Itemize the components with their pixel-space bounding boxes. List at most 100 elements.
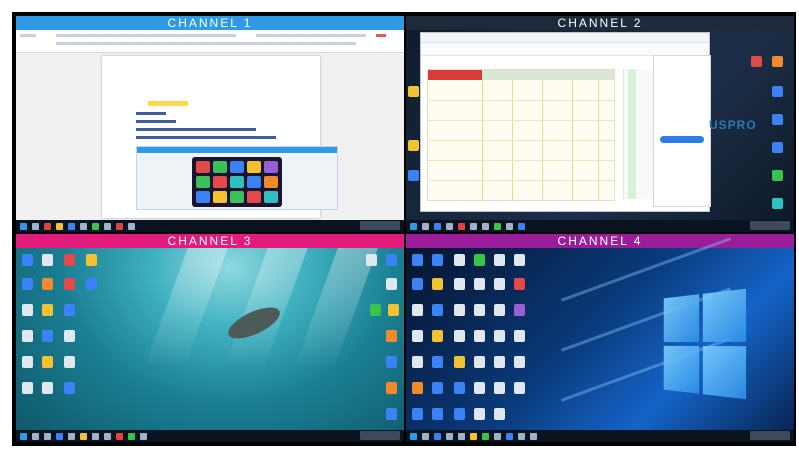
desktop-icon[interactable] bbox=[42, 382, 53, 394]
desktop-icon[interactable] bbox=[64, 382, 75, 394]
desktop-icon[interactable] bbox=[514, 382, 525, 394]
desktop-icon[interactable] bbox=[772, 86, 783, 97]
app-picker-popup[interactable] bbox=[136, 146, 338, 210]
desktop-icon[interactable] bbox=[386, 408, 397, 420]
desktop-icon[interactable] bbox=[412, 254, 423, 266]
desktop-icon[interactable] bbox=[514, 330, 525, 342]
desktop-icon[interactable] bbox=[64, 278, 75, 290]
desktop-icon[interactable] bbox=[494, 356, 505, 368]
spreadsheet-window[interactable] bbox=[420, 32, 711, 212]
desktop-icon[interactable] bbox=[412, 408, 423, 420]
desktop-icon[interactable] bbox=[408, 170, 419, 181]
desktop-icon[interactable] bbox=[454, 254, 465, 266]
desktop-icon[interactable] bbox=[22, 356, 33, 368]
desktop-icon[interactable] bbox=[386, 330, 397, 342]
desktop-icon[interactable] bbox=[474, 356, 485, 368]
desktop-icon[interactable] bbox=[494, 408, 505, 420]
desktop-icon[interactable] bbox=[474, 254, 485, 266]
desktop-icon[interactable] bbox=[494, 382, 505, 394]
channel-2-taskbar[interactable] bbox=[406, 220, 794, 232]
channel-4-screen[interactable] bbox=[406, 237, 794, 442]
desktop-icon[interactable] bbox=[772, 56, 783, 67]
desktop-icon[interactable] bbox=[454, 304, 465, 316]
desktop-icon[interactable] bbox=[42, 304, 53, 316]
desktop-icon[interactable] bbox=[454, 356, 465, 368]
desktop-icon[interactable] bbox=[386, 278, 397, 290]
desktop-icon[interactable] bbox=[370, 304, 381, 316]
desktop-icon[interactable] bbox=[772, 170, 783, 181]
desktop-icon[interactable] bbox=[22, 304, 33, 316]
desktop-icon[interactable] bbox=[474, 278, 485, 290]
desktop-icon[interactable] bbox=[42, 330, 53, 342]
desktop-icon[interactable] bbox=[86, 278, 97, 290]
desktop-icon[interactable] bbox=[366, 254, 377, 266]
desktop-icon[interactable] bbox=[432, 254, 443, 266]
desktop-icon[interactable] bbox=[454, 408, 465, 420]
document-ribbon[interactable] bbox=[16, 30, 404, 53]
desktop-icon[interactable] bbox=[432, 382, 443, 394]
dialog-confirm-button[interactable] bbox=[660, 136, 704, 143]
start-icon[interactable] bbox=[410, 222, 417, 230]
spreadsheet-grid[interactable] bbox=[427, 69, 615, 201]
desktop-icon[interactable] bbox=[494, 278, 505, 290]
desktop-icon[interactable] bbox=[64, 304, 75, 316]
desktop-icon[interactable] bbox=[412, 278, 423, 290]
desktop-icon[interactable] bbox=[494, 304, 505, 316]
desktop-icon[interactable] bbox=[454, 330, 465, 342]
desktop-icon[interactable] bbox=[772, 114, 783, 125]
desktop-icon[interactable] bbox=[22, 382, 33, 394]
desktop-icon[interactable] bbox=[432, 408, 443, 420]
desktop-icon[interactable] bbox=[386, 382, 397, 394]
desktop-icon[interactable] bbox=[514, 278, 525, 290]
desktop-icon[interactable] bbox=[408, 140, 419, 151]
desktop-icon[interactable] bbox=[22, 278, 33, 290]
start-icon[interactable] bbox=[20, 222, 27, 230]
desktop-icon[interactable] bbox=[514, 254, 525, 266]
start-icon[interactable] bbox=[20, 432, 27, 440]
desktop-icon[interactable] bbox=[22, 330, 33, 342]
channel-1-view[interactable]: CHANNEL 1 bbox=[16, 16, 404, 232]
desktop-icon[interactable] bbox=[408, 86, 419, 97]
app-grid[interactable] bbox=[192, 157, 282, 207]
desktop-icon[interactable] bbox=[454, 382, 465, 394]
desktop-icon[interactable] bbox=[64, 356, 75, 368]
desktop-icon[interactable] bbox=[494, 254, 505, 266]
desktop-icon[interactable] bbox=[474, 382, 485, 394]
desktop-icon[interactable] bbox=[412, 330, 423, 342]
desktop-icon[interactable] bbox=[64, 254, 75, 266]
desktop-icon[interactable] bbox=[412, 356, 423, 368]
desktop-icon[interactable] bbox=[432, 330, 443, 342]
desktop-icon[interactable] bbox=[22, 254, 33, 266]
desktop-icon[interactable] bbox=[42, 254, 53, 266]
desktop-icon[interactable] bbox=[432, 304, 443, 316]
desktop-icon[interactable] bbox=[772, 198, 783, 209]
channel-3-view[interactable]: CHANNEL 3 bbox=[16, 234, 404, 442]
desktop-icon[interactable] bbox=[474, 304, 485, 316]
desktop-icon[interactable] bbox=[474, 330, 485, 342]
desktop-icon[interactable] bbox=[64, 330, 75, 342]
channel-1-taskbar[interactable] bbox=[16, 220, 404, 232]
channel-1-screen[interactable] bbox=[16, 30, 404, 232]
desktop-icon[interactable] bbox=[514, 356, 525, 368]
desktop-icon[interactable] bbox=[751, 56, 762, 67]
window-titlebar[interactable] bbox=[421, 33, 709, 43]
desktop-icon[interactable] bbox=[412, 382, 423, 394]
desktop-icon[interactable] bbox=[772, 142, 783, 153]
channel-4-taskbar[interactable] bbox=[406, 430, 794, 442]
desktop-icon[interactable] bbox=[454, 278, 465, 290]
desktop-icon[interactable] bbox=[432, 356, 443, 368]
channel-3-taskbar[interactable] bbox=[16, 430, 404, 442]
desktop-icon[interactable] bbox=[514, 304, 525, 316]
desktop-icon[interactable] bbox=[388, 304, 399, 316]
desktop-icon[interactable] bbox=[42, 278, 53, 290]
desktop-icon[interactable] bbox=[386, 254, 397, 266]
desktop-icon[interactable] bbox=[412, 304, 423, 316]
channel-2-view[interactable]: CHANNEL 2 USPRO bbox=[406, 16, 794, 232]
channel-2-screen[interactable]: USPRO bbox=[406, 30, 794, 232]
side-dialog[interactable] bbox=[653, 55, 711, 207]
channel-3-screen[interactable] bbox=[16, 248, 404, 442]
desktop-icon[interactable] bbox=[432, 278, 443, 290]
channel-4-view[interactable]: CHANNEL 4 bbox=[406, 234, 794, 442]
desktop-icon[interactable] bbox=[42, 356, 53, 368]
desktop-icon[interactable] bbox=[474, 408, 485, 420]
